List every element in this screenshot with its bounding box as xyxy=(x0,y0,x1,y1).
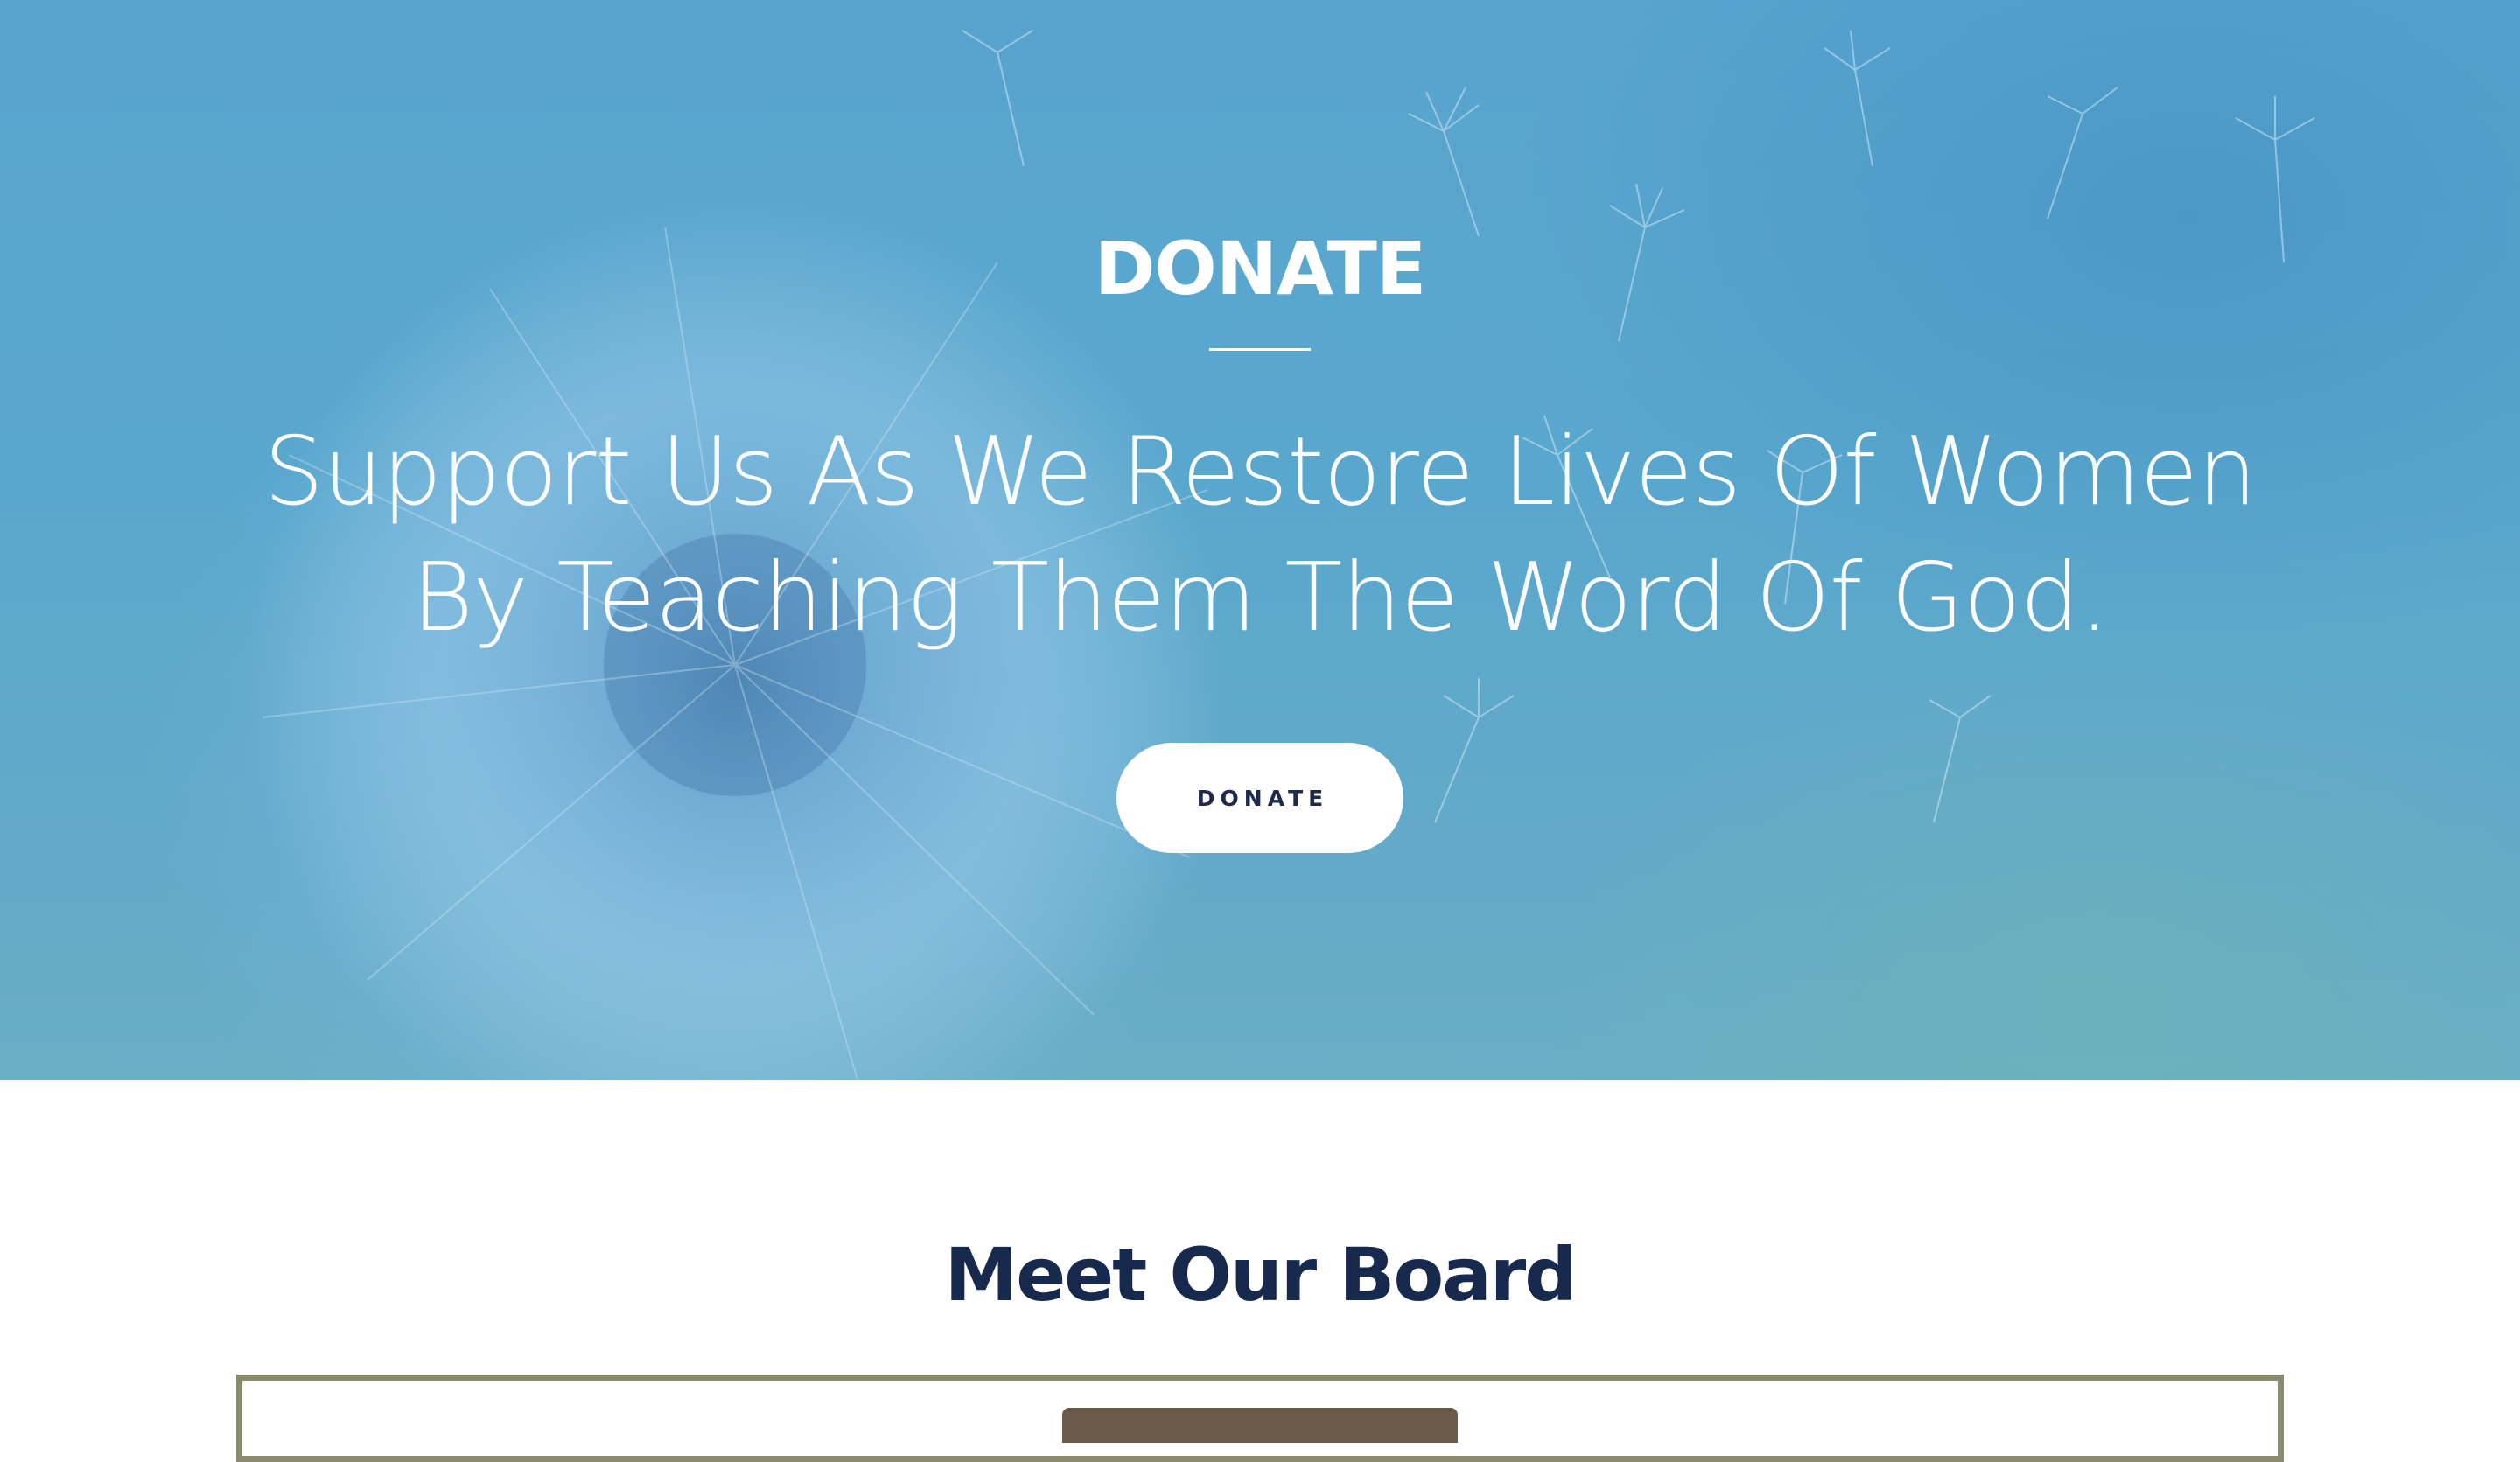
board-heading: Meet Our Board xyxy=(944,1232,1578,1318)
donate-hero: DONATE Support Us As We Restore Lives Of… xyxy=(0,0,2520,1080)
heading-divider xyxy=(1209,348,1311,351)
hero-subtitle-line-1: Support Us As We Restore Lives Of Women xyxy=(263,417,2258,527)
board-member-photo xyxy=(1062,1408,1458,1443)
donate-heading: DONATE xyxy=(1094,226,1427,311)
hero-subtitle: Support Us As We Restore Lives Of Women … xyxy=(210,409,2310,661)
donate-button[interactable]: DONATE xyxy=(1116,743,1404,853)
hero-subtitle-line-2: By Teaching Them The Word Of God. xyxy=(411,543,2109,653)
